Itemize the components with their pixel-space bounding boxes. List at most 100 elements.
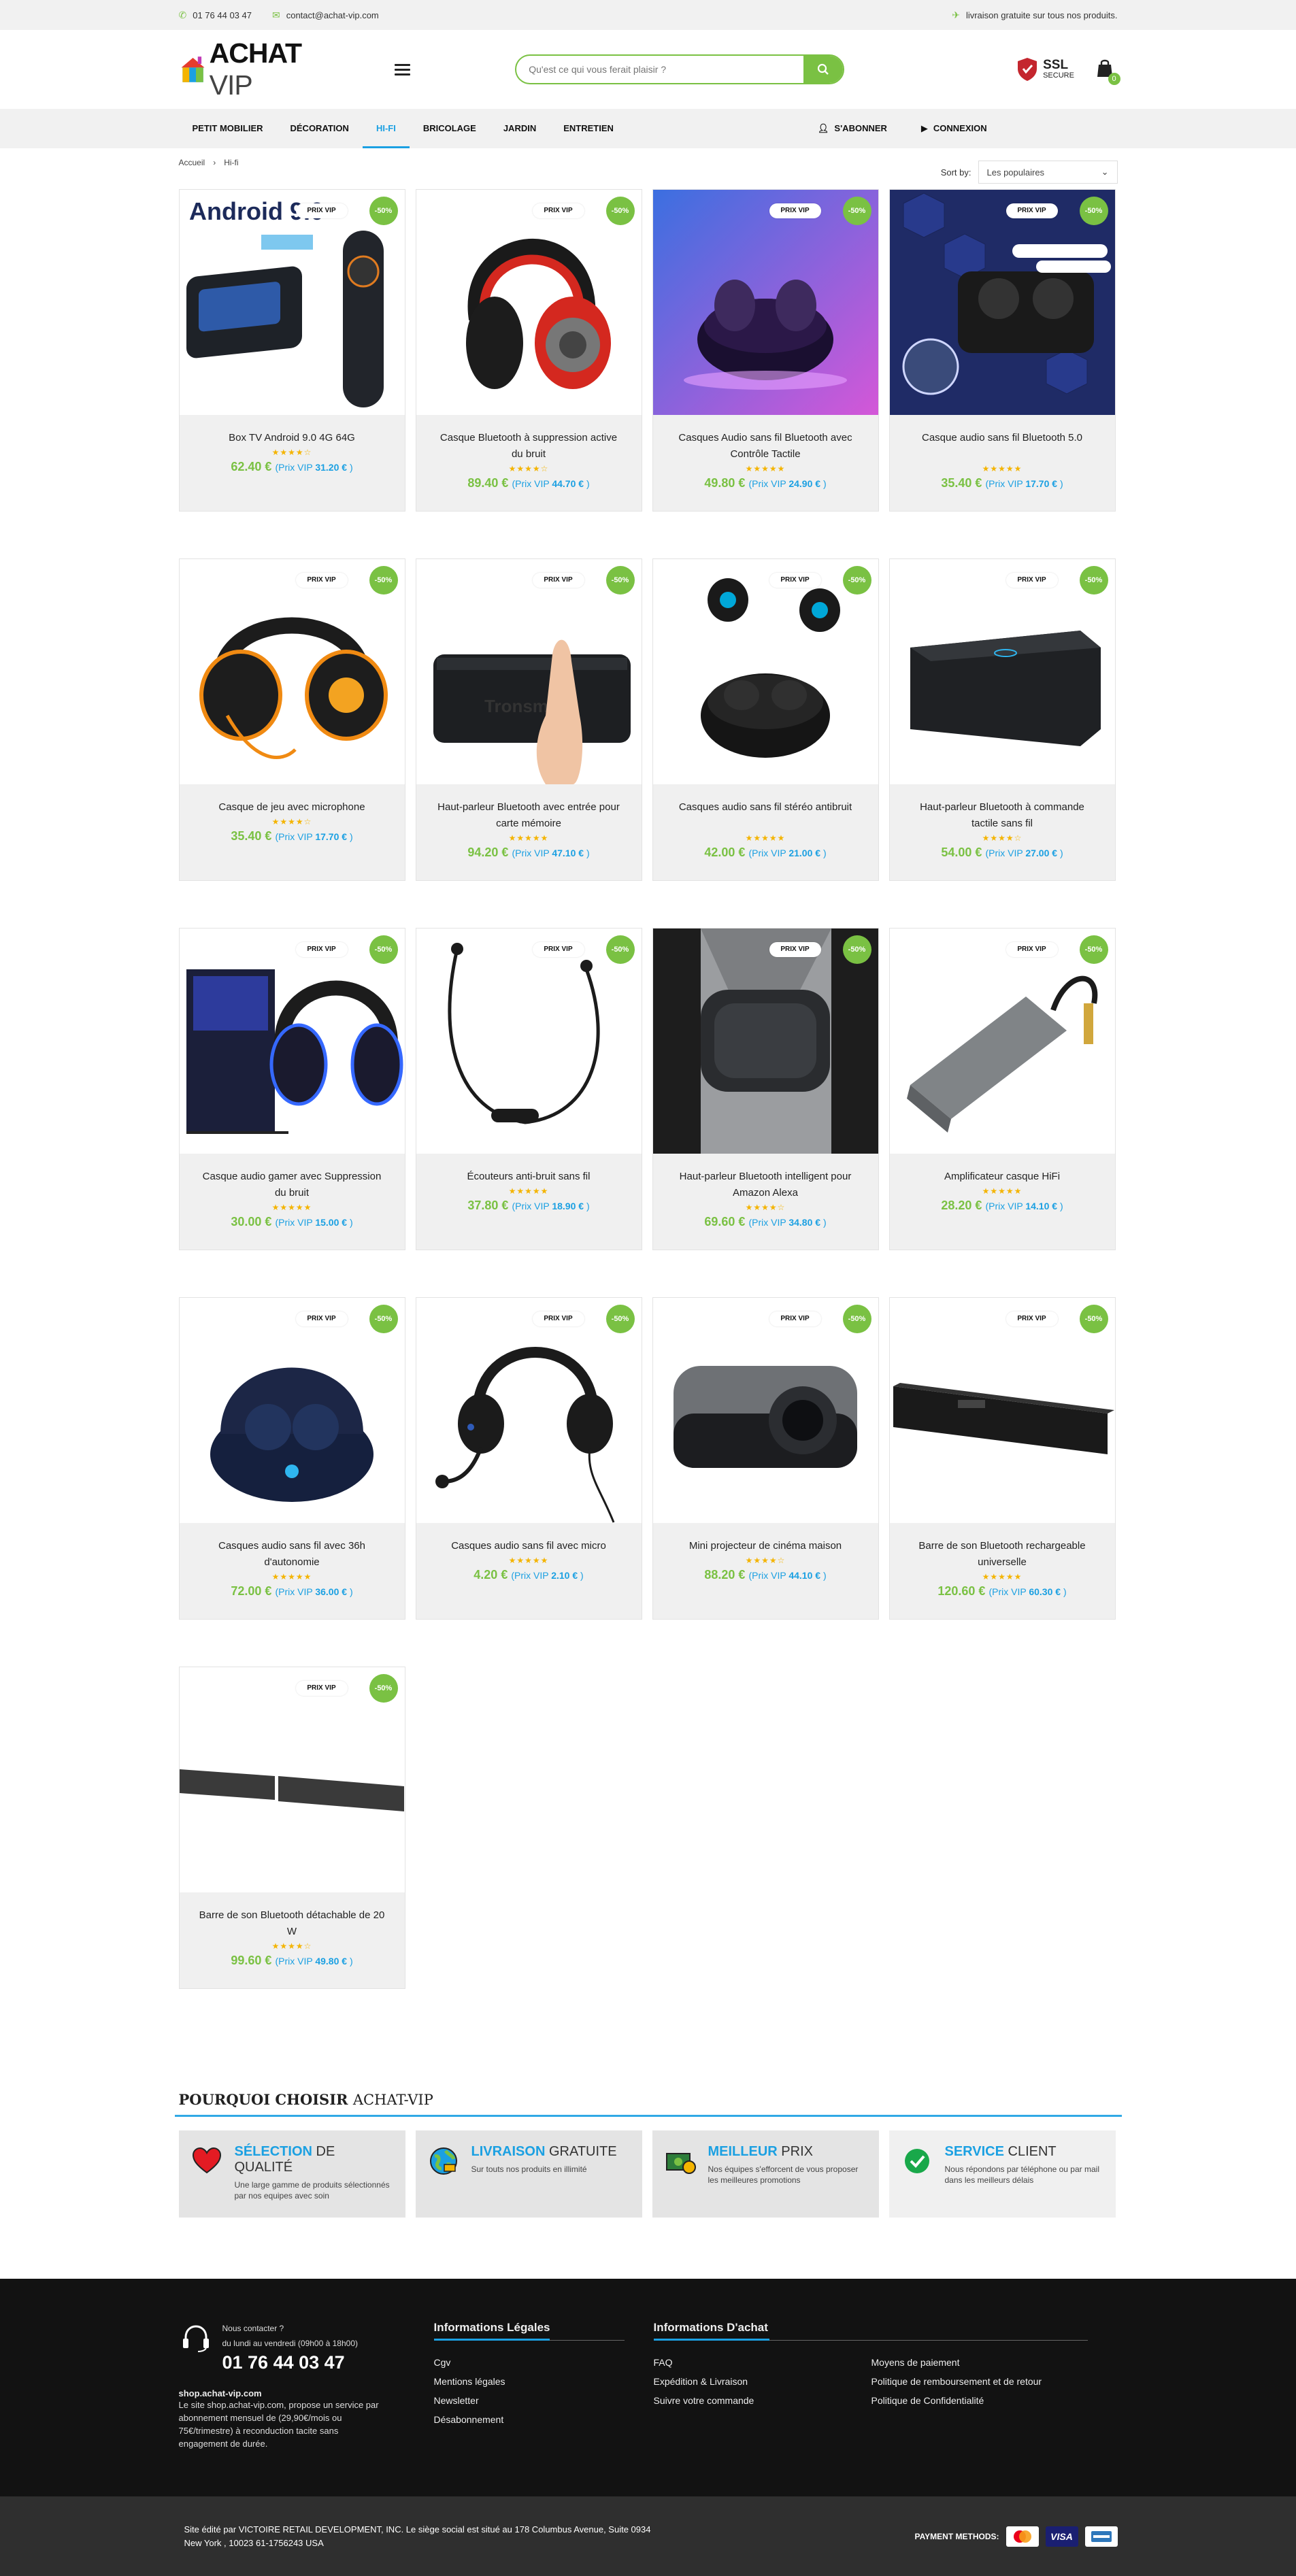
product-name[interactable]: Casques Audio sans fil Bluetooth avec Co…	[653, 430, 878, 463]
logo[interactable]: ACHAT VIP	[179, 37, 337, 101]
product-name[interactable]: Barre de son Bluetooth rechargeable univ…	[890, 1538, 1115, 1571]
product-name[interactable]: Haut-parleur Bluetooth intelligent pour …	[653, 1169, 878, 1201]
nav-decoration[interactable]: DÉCORATION	[277, 109, 363, 148]
footer-site[interactable]: shop.achat-vip.com	[179, 2388, 434, 2398]
rating-stars: ★★★★★	[271, 1203, 312, 1212]
breadcrumb-home[interactable]: Accueil	[179, 158, 205, 167]
product-image[interactable]	[889, 190, 1115, 415]
product-image[interactable]	[889, 1298, 1115, 1523]
topbar-email[interactable]: ✉ contact@achat-vip.com	[272, 10, 379, 21]
product-card[interactable]: PRIX VIP -50% Haut-parleur Bluetooth int…	[652, 928, 879, 1250]
product-name[interactable]: Écouteurs anti-bruit sans fil	[416, 1169, 642, 1185]
why-box-delivery: LIVRAISON GRATUITE Sur touts nos produits…	[415, 2130, 642, 2218]
footer-link-privacy[interactable]: Politique de Confidentialité	[871, 2391, 1088, 2410]
product-image[interactable]	[179, 1667, 405, 1892]
product-card[interactable]: PRIX VIP -50% Écouteurs anti-bruit sans …	[415, 928, 642, 1250]
login-label: CONNEXION	[933, 123, 987, 133]
nav-hifi[interactable]: HI-FI	[362, 109, 410, 148]
why-divider	[174, 2115, 1122, 2117]
product-card[interactable]: PRIX VIP -50% Barre de son Bluetooth dét…	[178, 1667, 405, 1989]
product-info: Écouteurs anti-bruit sans fil ★★★★★ 37.8…	[416, 1154, 642, 1250]
product-image[interactable]	[652, 190, 878, 415]
nav-petit-mobilier[interactable]: PETIT MOBILIER	[179, 109, 277, 148]
product-card[interactable]: PRIX VIP -50% Mini projecteur de cinéma …	[652, 1297, 879, 1620]
product-image[interactable]	[179, 1298, 405, 1523]
hamburger-menu-icon[interactable]	[394, 61, 411, 78]
vip-price-value: 15.00 €	[315, 1217, 348, 1228]
product-card[interactable]: PRIX VIP -50% Casques audio sans fil ave…	[178, 1297, 405, 1620]
product-name[interactable]: Casque audio sans fil Bluetooth 5.0	[890, 430, 1115, 463]
product-card[interactable]: PRIX VIP -50% Amplificateur casque HiFi …	[888, 928, 1116, 1250]
footer-link-shipping[interactable]: Expédition & Livraison	[654, 2372, 871, 2391]
vip-price-suffix: )	[349, 1586, 353, 1597]
footer-link-cgv[interactable]: Cgv	[434, 2353, 625, 2372]
footer-link-track[interactable]: Suivre votre commande	[654, 2391, 871, 2410]
price-value: 30.00 €	[231, 1215, 272, 1228]
product-name[interactable]: Mini projecteur de cinéma maison	[653, 1538, 878, 1554]
footer-link-payment[interactable]: Moyens de paiement	[871, 2353, 1088, 2372]
heart-icon	[192, 2147, 221, 2174]
footer-link-faq[interactable]: FAQ	[654, 2353, 871, 2372]
product-image[interactable]	[889, 559, 1115, 784]
vip-price: (Prix VIP 21.00 € )	[748, 848, 826, 858]
product-image[interactable]: Android 9.0	[179, 190, 405, 415]
product-name[interactable]: Haut-parleur Bluetooth avec entrée pour …	[416, 799, 642, 832]
footer-link-mentions[interactable]: Mentions légales	[434, 2372, 625, 2391]
product-card[interactable]: PRIX VIP -50% Casque audio sans fil Blue…	[888, 189, 1116, 512]
product-image[interactable]	[179, 929, 405, 1154]
product-name[interactable]: Casque audio gamer avec Suppression du b…	[180, 1169, 405, 1201]
product-card[interactable]: PRIX VIP -50% Barre de son Bluetooth rec…	[888, 1297, 1116, 1620]
product-info: Barre de son Bluetooth rechargeable univ…	[889, 1523, 1115, 1619]
topbar-phone[interactable]: ✆ 01 76 44 03 47	[179, 10, 252, 21]
product-image[interactable]	[416, 1298, 642, 1523]
product-name[interactable]: Amplificateur casque HiFi	[890, 1169, 1115, 1185]
product-card[interactable]: Tronsm PRIX VIP -50% Haut-parleur Blueto…	[415, 558, 642, 881]
rating-stars: ★★★★☆	[982, 833, 1023, 843]
footer: Nous contacter ? du lundi au vendredi (0…	[0, 2279, 1296, 2496]
product-name[interactable]: Barre de son Bluetooth détachable de 20 …	[180, 1907, 405, 1940]
logo-main: ACHAT	[209, 37, 302, 69]
footer-link-unsubscribe[interactable]: Désabonnement	[434, 2410, 625, 2429]
search-button[interactable]	[803, 56, 844, 83]
product-card[interactable]: PRIX VIP -50% Casques audio sans fil sté…	[652, 558, 879, 881]
product-card[interactable]: Android 9.0 PRIX VIP -50% Box TV Android…	[178, 189, 405, 512]
product-name[interactable]: Casques audio sans fil avec 36h d'autono…	[180, 1538, 405, 1571]
search-input[interactable]	[516, 56, 804, 83]
rating-stars: ★★★★☆	[508, 464, 549, 473]
why-title-rest: ACHAT-VIP	[352, 2092, 433, 2108]
product-image[interactable]	[416, 190, 642, 415]
product-card[interactable]: PRIX VIP -50% Casque Bluetooth à suppres…	[415, 189, 642, 512]
product-card[interactable]: PRIX VIP -50% Casques Audio sans fil Blu…	[652, 189, 879, 512]
product-card[interactable]: PRIX VIP -50% Casque audio gamer avec Su…	[178, 928, 405, 1250]
product-name[interactable]: Casque Bluetooth à suppression active du…	[416, 430, 642, 463]
price-value: 49.80 €	[704, 476, 746, 490]
product-card[interactable]: PRIX VIP -50% Haut-parleur Bluetooth à c…	[888, 558, 1116, 881]
product-image[interactable]	[652, 559, 878, 784]
product-name[interactable]: Casques audio sans fil avec micro	[416, 1538, 642, 1554]
product-card[interactable]: PRIX VIP -50% Casques audio sans fil ave…	[415, 1297, 642, 1620]
nav-entretien[interactable]: ENTRETIEN	[550, 109, 627, 148]
footer-phone[interactable]: 01 76 44 03 47	[222, 2352, 359, 2373]
vip-price-suffix: )	[823, 848, 827, 858]
product-name[interactable]: Box TV Android 9.0 4G 64G	[180, 430, 405, 446]
product-name[interactable]: Haut-parleur Bluetooth à commande tactil…	[890, 799, 1115, 832]
product-image[interactable]	[416, 929, 642, 1154]
product-image[interactable]: Tronsm	[416, 559, 642, 784]
product-name[interactable]: Casques audio sans fil stéréo antibruit	[653, 799, 878, 832]
sort-select[interactable]: Les populaires ⌄	[978, 161, 1118, 184]
nav-bricolage[interactable]: BRICOLAGE	[410, 109, 490, 148]
nav-jardin[interactable]: JARDIN	[490, 109, 550, 148]
subscribe-link[interactable]: 👤︎ S'ABONNER	[804, 109, 901, 148]
cart-button[interactable]: 0	[1095, 58, 1120, 85]
product-image[interactable]	[652, 1298, 878, 1523]
product-image[interactable]	[179, 559, 405, 784]
vip-price: (Prix VIP 44.10 € )	[748, 1570, 826, 1581]
product-image[interactable]	[652, 929, 878, 1154]
footer-link-newsletter[interactable]: Newsletter	[434, 2391, 625, 2410]
footer-link-refund[interactable]: Politique de remboursement et de retour	[871, 2372, 1088, 2391]
product-name[interactable]: Casque de jeu avec microphone	[180, 799, 405, 816]
product-card[interactable]: PRIX VIP -50% Casque de jeu avec microph…	[178, 558, 405, 881]
login-link[interactable]: ▶ CONNEXION	[908, 109, 1001, 148]
why-title-bold: POURQUOI CHOISIR	[178, 2091, 348, 2108]
product-image[interactable]	[889, 929, 1115, 1154]
